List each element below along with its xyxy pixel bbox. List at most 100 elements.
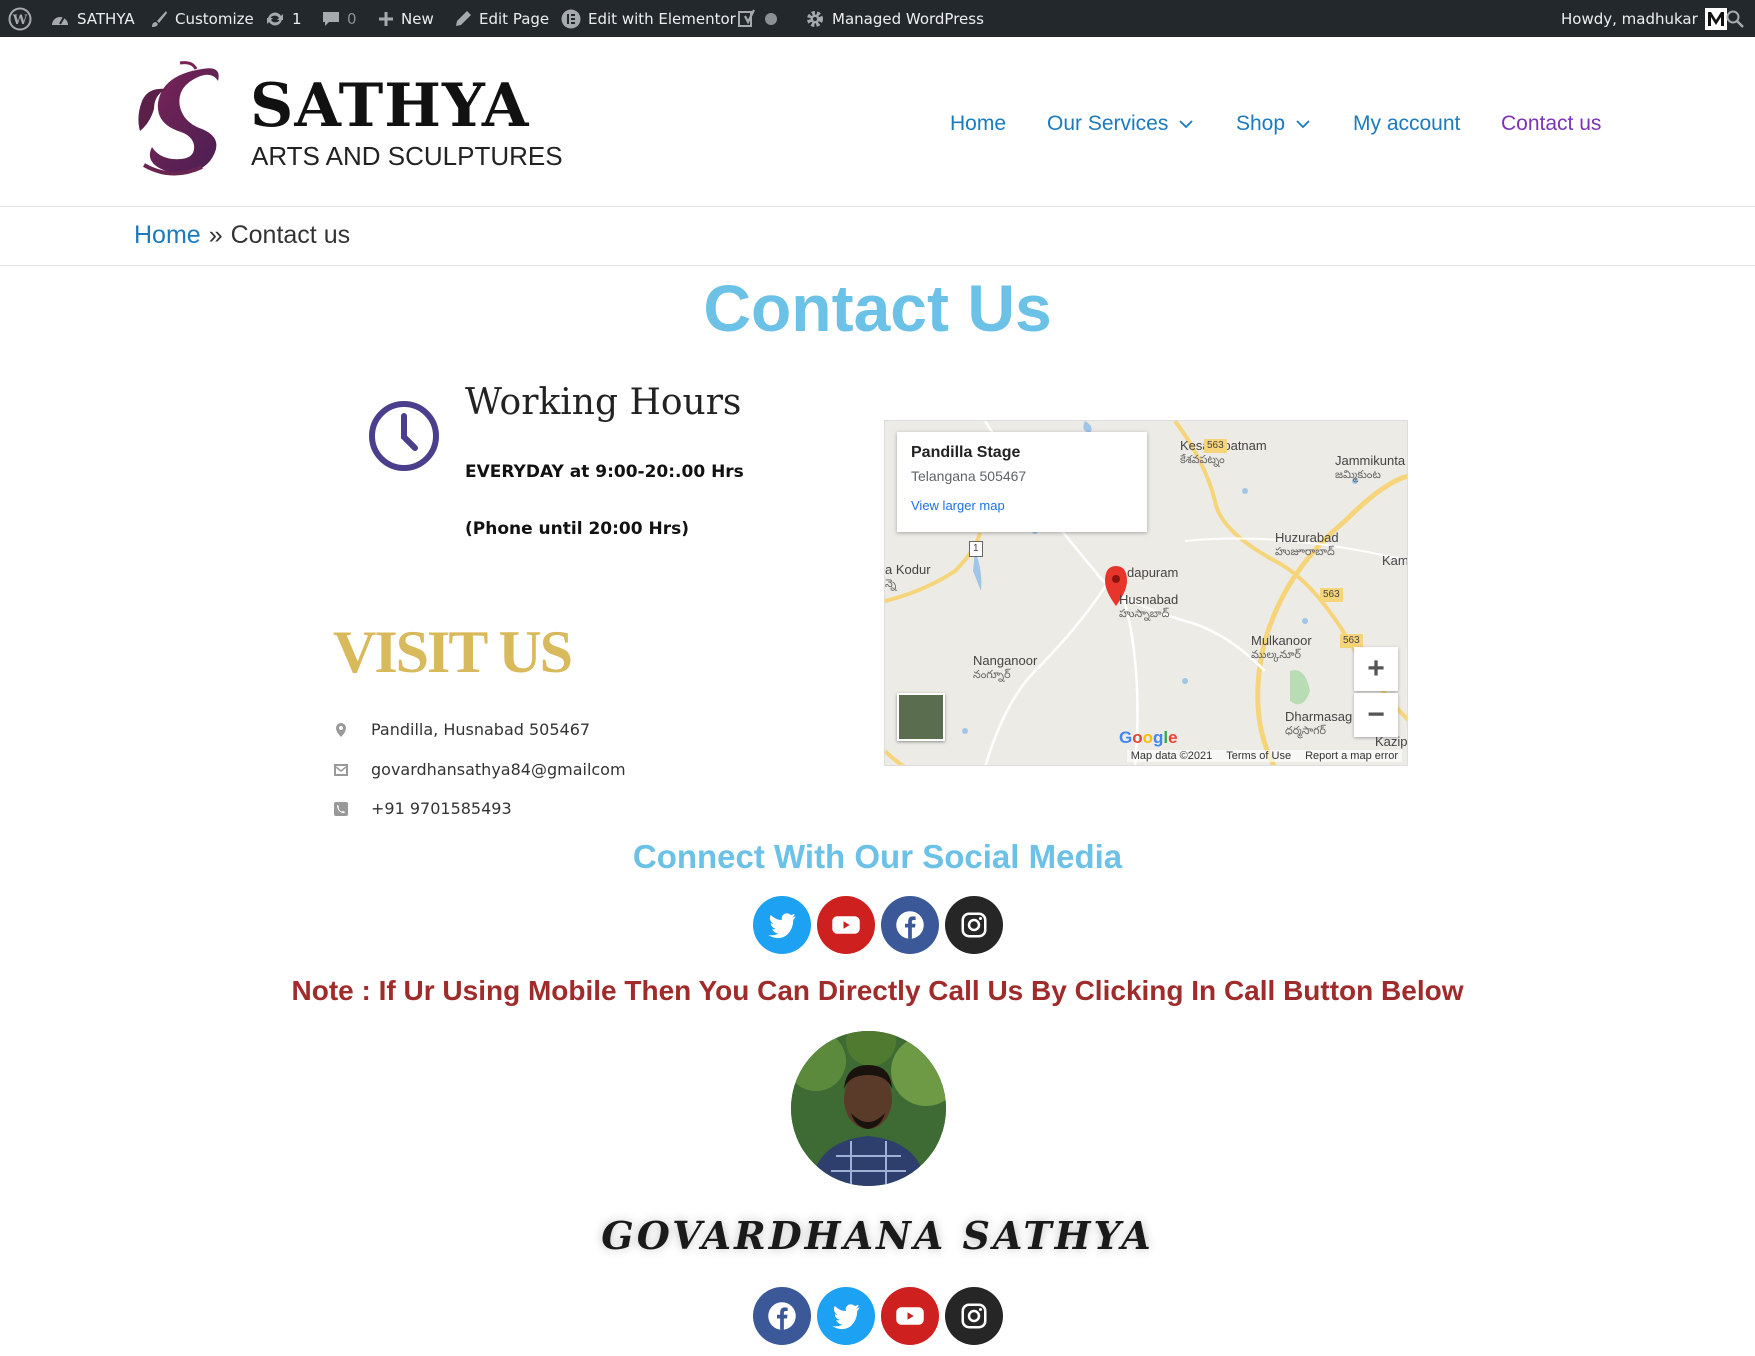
edit-elementor-link[interactable]: Edit with Elementor — [561, 0, 736, 37]
site-logo[interactable] — [132, 61, 227, 179]
map-zoom-out-button[interactable]: − — [1354, 693, 1398, 737]
admin-site-link[interactable]: SATHYA — [50, 0, 135, 37]
account-menu[interactable]: Howdy, madhukar — [1561, 0, 1727, 37]
map-label-huzurabad: Huzurabad హుజూరాబాద్ — [1275, 530, 1339, 559]
updates-count: 1 — [292, 9, 302, 28]
map-label-kodur: a Kodur న్నె — [885, 562, 931, 591]
envelope-icon — [333, 762, 349, 778]
yoast-link[interactable] — [737, 0, 778, 37]
comments-link[interactable]: 0 — [322, 0, 357, 37]
managed-label: Managed WordPress — [832, 9, 984, 28]
map-terms-link[interactable]: Terms of Use — [1226, 750, 1291, 762]
breadcrumb-separator: » — [208, 221, 223, 249]
map-label-mulkanoor: Mulkanoor ముల్కనూర్ — [1251, 633, 1312, 662]
address-row: Pandilla, Husnabad 505467 — [333, 720, 590, 739]
satellite-toggle[interactable] — [897, 693, 945, 741]
managed-wordpress-link[interactable]: Managed WordPress — [805, 0, 984, 37]
facebook-button[interactable] — [753, 1287, 811, 1345]
map-label-dharmasagar: Dharmasag ధర్మసాగర్ — [1285, 709, 1353, 738]
breadcrumb: Home » Contact us — [0, 207, 1755, 266]
twitter-icon — [768, 913, 796, 939]
phone-row: +91 9701585493 — [333, 799, 512, 818]
nav-item-home[interactable]: Home — [950, 109, 1006, 139]
road-shield-563: 563 — [1320, 588, 1343, 602]
map-label-dapuram: dapuram — [1127, 565, 1179, 580]
email-row: govardhansathya84@gmailcom — [333, 760, 626, 779]
nav-item-my-account[interactable]: My account — [1353, 109, 1460, 139]
instagram-button[interactable] — [945, 896, 1003, 954]
map-label-jammikunta: Jammikunta జమ్మికుంట — [1335, 453, 1406, 482]
elementor-icon — [561, 9, 581, 29]
email-text[interactable]: govardhansathya84@gmailcom — [371, 760, 626, 779]
facebook-button[interactable] — [881, 896, 939, 954]
clock-icon — [369, 401, 439, 471]
nav-item-shop[interactable]: Shop — [1236, 109, 1311, 139]
youtube-button[interactable] — [881, 1287, 939, 1345]
page-title: Contact Us — [703, 271, 1052, 345]
nav-shop-label: Shop — [1236, 112, 1286, 135]
google-map[interactable]: Kesavapatnamకేశవపట్నం Jammikuntaజమ్మికుం… — [884, 420, 1408, 766]
location-pin-icon — [333, 722, 349, 738]
new-label: New — [401, 9, 434, 28]
comment-icon — [322, 10, 340, 28]
edit-page-link[interactable]: Edit Page — [455, 0, 549, 37]
nav-contact-label: Contact us — [1501, 112, 1602, 135]
admin-bar: W SATHYA Customize 1 0 New Edit Page Edi… — [0, 0, 1755, 37]
seo-status-dot-icon — [764, 12, 778, 26]
dashboard-icon — [50, 10, 70, 28]
yoast-icon — [737, 9, 757, 29]
search-icon — [1726, 10, 1744, 28]
minus-icon: − — [1367, 698, 1385, 731]
new-link[interactable]: New — [378, 0, 434, 37]
road-shield-563: 563 — [1204, 439, 1227, 453]
instagram-icon — [961, 1303, 987, 1329]
phone-icon — [333, 801, 349, 817]
map-report-link[interactable]: Report a map error — [1305, 750, 1398, 762]
map-footer: Map data ©2021 Terms of Use Report a map… — [1126, 750, 1402, 762]
nav-item-our-services[interactable]: Our Services — [1047, 109, 1194, 139]
phone-text[interactable]: +91 9701585493 — [371, 799, 512, 818]
site-title[interactable]: SATHYA — [250, 71, 530, 141]
twitter-button[interactable] — [817, 1287, 875, 1345]
map-place-name: Pandilla Stage — [911, 444, 1021, 461]
customize-link[interactable]: Customize — [150, 0, 254, 37]
wordpress-logo-icon[interactable]: W — [8, 0, 32, 37]
plus-icon — [378, 11, 394, 27]
gear-icon — [805, 9, 825, 29]
nav-home-label: Home — [950, 112, 1007, 135]
updates-link[interactable]: 1 — [265, 0, 302, 37]
road-shield-563: 563 — [1340, 634, 1363, 648]
admin-search-button[interactable] — [1726, 0, 1744, 37]
mobile-call-note: Note : If Ur Using Mobile Then You Can D… — [291, 975, 1464, 1006]
nav-account-label: My account — [1353, 112, 1461, 135]
map-zoom-in-button[interactable]: + — [1354, 647, 1398, 691]
site-header: SATHYA ARTS AND SCULPTURES Home Our Serv… — [0, 37, 1755, 207]
profile-photo — [791, 1031, 946, 1186]
map-place-address: Telangana 505467 — [911, 468, 1027, 484]
svg-text:W: W — [12, 13, 28, 28]
nav-item-contact-us[interactable]: Contact us — [1501, 109, 1601, 139]
admin-site-label: SATHYA — [77, 9, 135, 28]
youtube-button[interactable] — [817, 896, 875, 954]
site-tagline: ARTS AND SCULPTURES — [251, 141, 563, 171]
instagram-button[interactable] — [945, 1287, 1003, 1345]
map-label-nanganoor: Nanganoor నంగ్నూర్ — [973, 653, 1038, 682]
youtube-icon — [896, 1307, 924, 1325]
road-shield-1: 1 — [969, 541, 983, 557]
twitter-icon — [832, 1304, 860, 1330]
comments-count: 0 — [347, 9, 357, 28]
google-logo: Google — [1119, 728, 1178, 747]
working-hours-line: EVERYDAY at 9:00-20:.00 Hrs — [465, 462, 744, 482]
youtube-icon — [832, 916, 860, 934]
working-hours-title: Working Hours — [465, 382, 742, 423]
chevron-down-icon — [1296, 120, 1310, 129]
chevron-down-icon — [1179, 120, 1194, 129]
howdy-label: Howdy, madhukar — [1561, 9, 1698, 28]
brush-icon — [150, 10, 168, 28]
facebook-icon — [768, 1302, 796, 1330]
breadcrumb-home-link[interactable]: Home — [134, 221, 201, 250]
map-data-credit: Map data ©2021 — [1130, 750, 1213, 762]
user-avatar-icon — [1704, 7, 1727, 30]
view-larger-map-link[interactable]: View larger map — [911, 498, 1133, 513]
twitter-button[interactable] — [753, 896, 811, 954]
